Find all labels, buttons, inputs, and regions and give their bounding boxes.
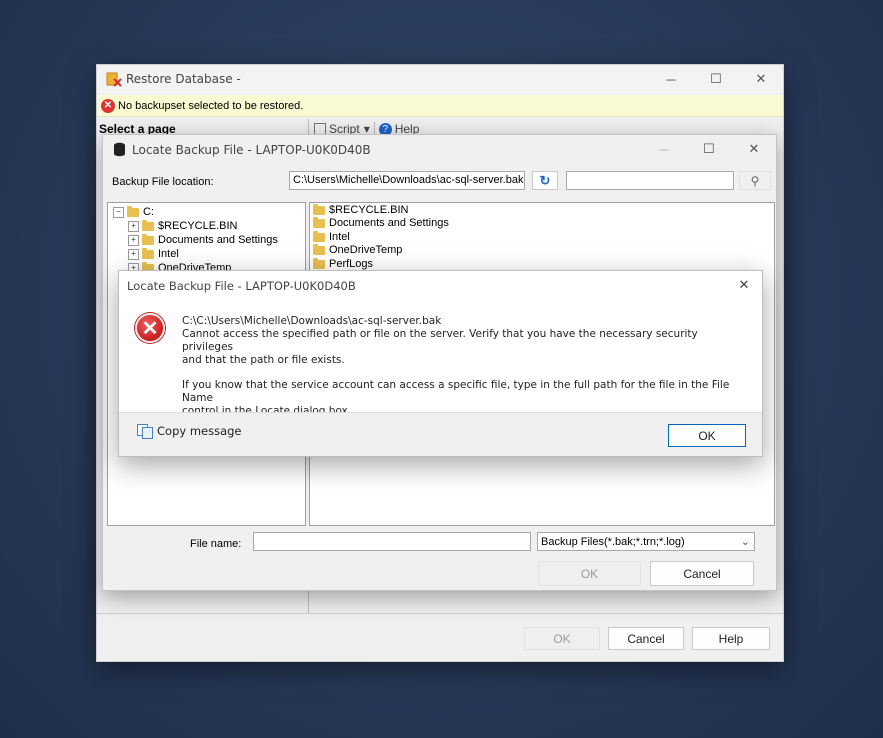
restore-help-button[interactable]: Help bbox=[692, 627, 770, 650]
search-input[interactable] bbox=[566, 171, 734, 190]
bottom-divider bbox=[97, 613, 783, 614]
tree-item-label: Documents and Settings bbox=[158, 234, 278, 246]
refresh-icon: ↻ bbox=[539, 172, 551, 188]
folder-icon bbox=[313, 257, 325, 269]
chevron-down-icon: ⌄ bbox=[740, 536, 750, 548]
tree-item-intel[interactable]: + Intel bbox=[128, 247, 179, 260]
copy-icon bbox=[137, 424, 153, 439]
close-icon: ✕ bbox=[748, 141, 760, 156]
file-list-label: Documents and Settings bbox=[329, 217, 449, 229]
file-name-field[interactable] bbox=[253, 532, 531, 551]
search-icon: ⚲ bbox=[750, 173, 760, 188]
file-type-selected: Backup Files(*.bak;*.trn;*.log) bbox=[541, 535, 685, 548]
error-icon: ✕ bbox=[101, 98, 115, 113]
folder-icon bbox=[142, 233, 154, 245]
backup-location-label: Backup File location: bbox=[112, 176, 214, 188]
expand-icon[interactable]: + bbox=[128, 248, 139, 260]
error-icon: ✕ bbox=[135, 313, 165, 343]
file-name-label: File name: bbox=[190, 538, 242, 550]
tree-item-label: $RECYCLE.BIN bbox=[158, 220, 238, 232]
error-line: and that the path or file exists. bbox=[182, 354, 345, 366]
expand-icon[interactable]: + bbox=[128, 234, 139, 246]
tree-item-drive-c[interactable]: − C: bbox=[113, 205, 154, 218]
locate-cancel-button[interactable]: Cancel bbox=[650, 561, 754, 586]
restore-ok-button[interactable]: OK bbox=[524, 627, 600, 650]
restore-window-title: Restore Database - bbox=[126, 72, 241, 86]
restore-cancel-button[interactable]: Cancel bbox=[608, 627, 684, 650]
minimize-icon: ─ bbox=[659, 141, 669, 157]
error-message-dialog: Locate Backup File - LAPTOP-U0K0D40B ✕ ✕… bbox=[118, 270, 763, 457]
minimize-icon: ─ bbox=[666, 71, 676, 87]
maximize-icon: ☐ bbox=[703, 141, 715, 156]
file-list-item[interactable]: OneDriveTemp bbox=[313, 243, 403, 256]
file-list-item[interactable]: Documents and Settings bbox=[313, 216, 449, 229]
file-list-item[interactable]: $RECYCLE.BIN bbox=[313, 203, 409, 216]
file-list-label: OneDriveTemp bbox=[329, 244, 403, 256]
file-list-label: $RECYCLE.BIN bbox=[329, 204, 409, 216]
expand-icon[interactable]: + bbox=[128, 220, 139, 232]
locate-close-button[interactable]: ✕ bbox=[731, 135, 777, 163]
copy-message-button[interactable]: Copy message bbox=[137, 424, 242, 439]
file-list-item[interactable]: PerfLogs bbox=[313, 257, 374, 270]
error-dialog-footer: Copy message OK bbox=[119, 412, 762, 456]
file-list-label: PerfLogs bbox=[329, 258, 374, 270]
warning-bar: ✕ No backupset selected to be restored. bbox=[97, 95, 783, 117]
folder-icon bbox=[142, 247, 154, 259]
locate-minimize-button[interactable]: ─ bbox=[641, 135, 687, 163]
refresh-button[interactable]: ↻ bbox=[532, 171, 558, 190]
close-button[interactable]: ✕ bbox=[738, 65, 784, 93]
locate-dialog-title: Locate Backup File - LAPTOP-U0K0D40B bbox=[132, 143, 371, 157]
folder-icon bbox=[142, 219, 154, 231]
folder-icon bbox=[313, 216, 325, 228]
error-path-line: C:\C:\Users\Michelle\Downloads\ac-sql-se… bbox=[182, 315, 442, 327]
error-line: Cannot access the specified path or file… bbox=[182, 328, 698, 353]
folder-icon bbox=[313, 203, 325, 215]
file-list-item[interactable]: Intel bbox=[313, 230, 350, 243]
maximize-icon: ☐ bbox=[710, 71, 722, 86]
tree-item-label: C: bbox=[143, 206, 154, 218]
collapse-icon[interactable]: − bbox=[113, 206, 124, 218]
close-icon: ✕ bbox=[755, 71, 767, 86]
copy-message-label: Copy message bbox=[157, 424, 242, 438]
locate-maximize-button[interactable]: ☐ bbox=[686, 135, 732, 163]
error-close-button[interactable]: ✕ bbox=[724, 271, 764, 299]
restore-titlebar: Restore Database - ─ ☐ ✕ bbox=[97, 65, 783, 93]
error-dialog-title: Locate Backup File - LAPTOP-U0K0D40B bbox=[127, 279, 356, 293]
error-line: If you know that the service account can… bbox=[182, 379, 730, 404]
backup-location-field[interactable]: C:\Users\Michelle\Downloads\ac-sql-serve… bbox=[289, 171, 525, 190]
folder-icon bbox=[313, 230, 325, 242]
locate-ok-button[interactable]: OK bbox=[538, 561, 641, 586]
folder-icon bbox=[127, 205, 139, 217]
tree-item-label: Intel bbox=[158, 248, 179, 260]
minimize-button[interactable]: ─ bbox=[648, 65, 694, 93]
error-message-body: C:\C:\Users\Michelle\Downloads\ac-sql-se… bbox=[182, 315, 752, 418]
folder-icon bbox=[313, 243, 325, 255]
tree-item-recycle-bin[interactable]: + $RECYCLE.BIN bbox=[128, 219, 238, 232]
file-list-label: Intel bbox=[329, 231, 350, 243]
warning-text: No backupset selected to be restored. bbox=[118, 99, 304, 112]
tree-item-documents-and-settings[interactable]: + Documents and Settings bbox=[128, 233, 278, 246]
file-type-select[interactable]: Backup Files(*.bak;*.trn;*.log) ⌄ bbox=[537, 532, 755, 551]
maximize-button[interactable]: ☐ bbox=[693, 65, 739, 93]
close-icon: ✕ bbox=[738, 277, 750, 292]
search-button[interactable]: ⚲ bbox=[739, 171, 771, 190]
error-ok-button[interactable]: OK bbox=[668, 424, 746, 447]
restore-database-app-icon bbox=[106, 71, 122, 87]
database-icon bbox=[113, 142, 126, 157]
